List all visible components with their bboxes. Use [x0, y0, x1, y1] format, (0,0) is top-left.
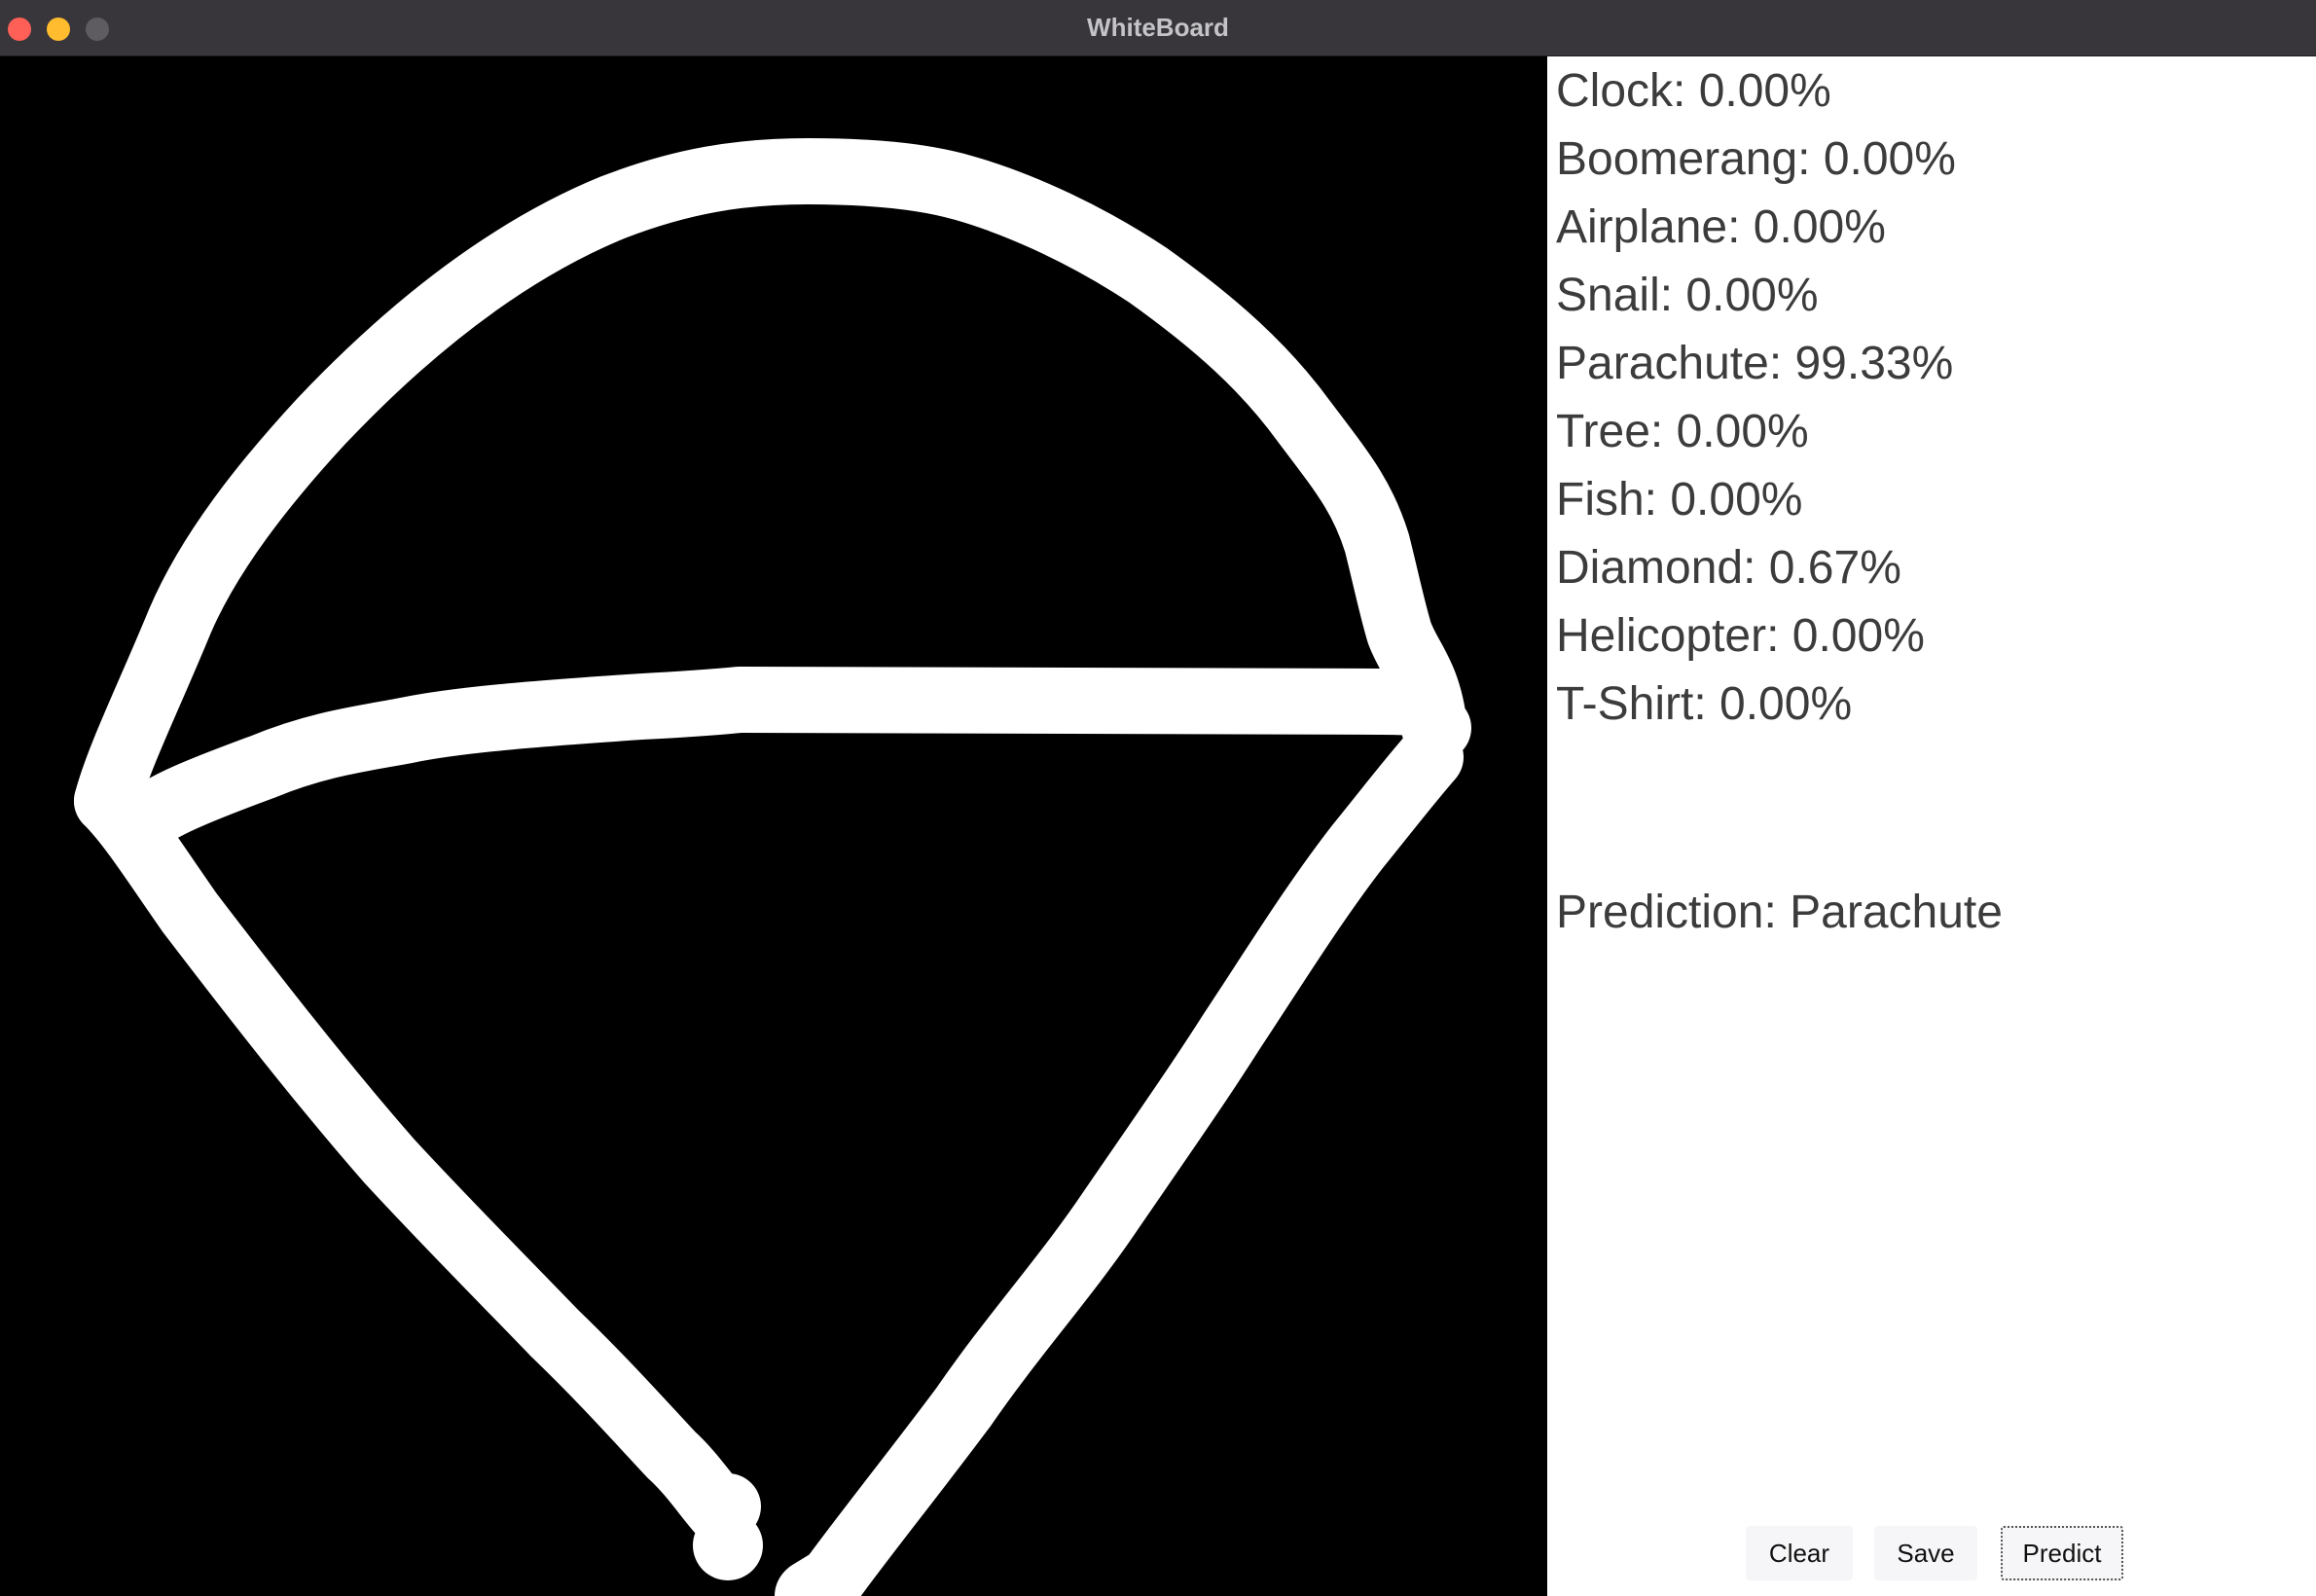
window-title: WhiteBoard — [1087, 13, 1229, 42]
drawing-canvas[interactable] — [0, 56, 1547, 1596]
canopy-base-stroke — [113, 667, 1459, 853]
probability-helicopter: Helicopter: 0.00% — [1556, 610, 1925, 662]
clear-button[interactable]: Clear — [1746, 1526, 1853, 1580]
probability-diamond: Diamond: 0.67% — [1556, 542, 1901, 594]
results-panel: Clock: 0.00% Boomerang: 0.00% Airplane: … — [1547, 56, 2316, 1596]
predict-button[interactable]: Predict — [2001, 1526, 2123, 1580]
probability-tree: Tree: 0.00% — [1556, 406, 1809, 457]
prediction-result: Prediction: Parachute — [1556, 887, 2003, 938]
probability-snail: Snail: 0.00% — [1556, 270, 1819, 321]
probability-fish: Fish: 0.00% — [1556, 474, 1803, 526]
probability-clock: Clock: 0.00% — [1556, 65, 1831, 117]
save-button[interactable]: Save — [1874, 1526, 1977, 1580]
probability-tshirt: T-Shirt: 0.00% — [1556, 678, 1853, 730]
title-bar: WhiteBoard — [0, 0, 2316, 56]
drawing-surface[interactable] — [0, 56, 1547, 1596]
right-line-stroke — [777, 724, 1464, 1596]
left-line-stroke — [74, 768, 761, 1544]
whiteboard-window: WhiteBoard Clock: 0.00% Boomerang: 0.00%… — [0, 0, 2316, 1596]
stroke-end-left-dot — [693, 1510, 763, 1580]
probability-boomerang: Boomerang: 0.00% — [1556, 133, 1956, 185]
probability-parachute: Parachute: 99.33% — [1556, 338, 1954, 389]
probability-airplane: Airplane: 0.00% — [1556, 201, 1886, 253]
